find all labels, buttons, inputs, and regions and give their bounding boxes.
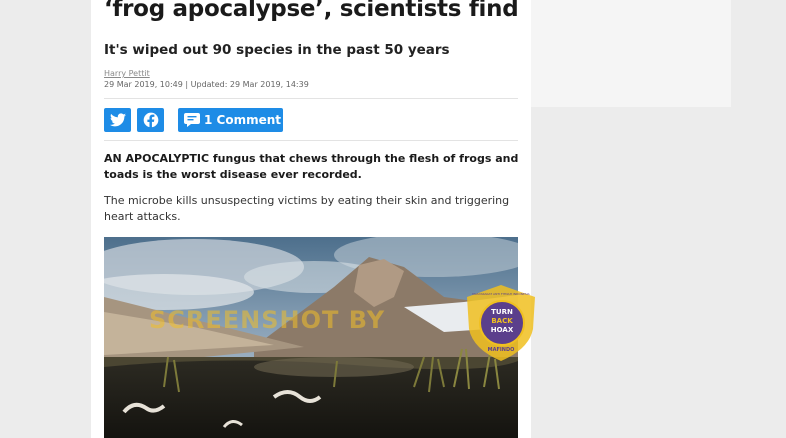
watermark-text: SCREENSHOT BY xyxy=(149,306,386,334)
badge-text-bottom: MAFINDO xyxy=(487,347,515,353)
article-column: ‘frog apocalypse’, scientists find It's … xyxy=(91,0,531,438)
article-headline: ‘frog apocalypse’, scientists find xyxy=(104,0,519,22)
facebook-icon xyxy=(143,112,158,128)
publish-dates: 29 Mar 2019, 10:49 | Updated: 29 Mar 201… xyxy=(104,80,309,89)
badge-text-mid1: BACK xyxy=(491,317,513,325)
badge-text-mid2: HOAX xyxy=(490,326,514,334)
turnbackhoax-badge: MASYARAKAT ANTI FITNAH INDONESIA TURN BA… xyxy=(465,283,537,363)
article-standfirst: It's wiped out 90 species in the past 50… xyxy=(104,42,450,58)
article-body-paragraph: The microbe kills unsuspecting victims b… xyxy=(104,194,510,223)
sidebar-ad-slot xyxy=(531,0,731,107)
badge-ring-text: MASYARAKAT ANTI FITNAH INDONESIA xyxy=(472,292,530,296)
article-photo xyxy=(104,237,518,438)
article-lead-paragraph: AN APOCALYPTIC fungus that chews through… xyxy=(104,152,519,181)
comment-bubble-icon xyxy=(184,113,200,127)
divider xyxy=(104,140,518,141)
twitter-icon xyxy=(109,113,126,127)
facebook-share-button[interactable] xyxy=(137,108,164,132)
twitter-share-button[interactable] xyxy=(104,108,131,132)
comment-count-label: 1 Comment xyxy=(204,113,282,127)
badge-text-top: TURN xyxy=(491,308,513,316)
mountain-pond-image xyxy=(104,237,518,438)
comments-button[interactable]: 1 Comment xyxy=(178,108,283,132)
divider xyxy=(104,98,518,99)
author-link[interactable]: Harry Pettit xyxy=(104,69,150,78)
